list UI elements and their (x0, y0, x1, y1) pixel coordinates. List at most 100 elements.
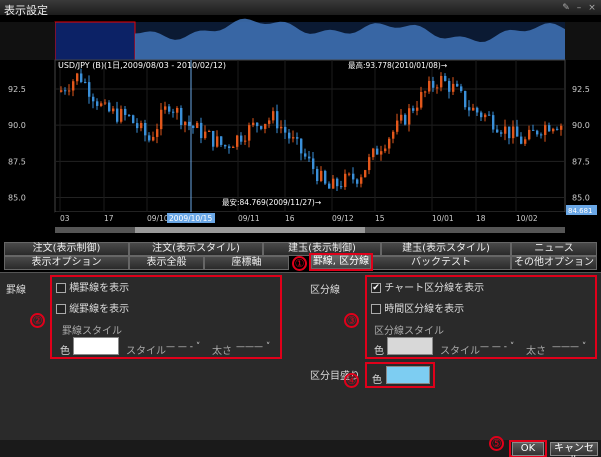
candle-body (404, 114, 407, 125)
candle-body (412, 108, 415, 111)
candle-body (188, 121, 191, 126)
gridline-width-select[interactable]: ——— ˅ (236, 342, 270, 352)
candle-body (284, 126, 287, 133)
candle-body (524, 139, 527, 144)
chart-divider-checkbox[interactable]: ✔ チャート区分線を表示 (371, 279, 484, 294)
horizontal-gridline-checkbox[interactable]: 横罫線を表示 (56, 279, 129, 294)
candle-body (96, 101, 99, 106)
candle-body (292, 137, 295, 139)
candle-body (328, 183, 331, 189)
candle-body (512, 126, 515, 139)
tab-display-options[interactable]: 表示オプション (4, 256, 129, 270)
time-divider-checkbox-box[interactable] (371, 304, 381, 314)
candle-body (372, 148, 375, 158)
candle-body (216, 136, 219, 147)
plot-frame (54, 59, 566, 213)
tab-order-display-style[interactable]: 注文(表示スタイル) (129, 242, 263, 256)
tab-axis[interactable]: 座標軸 (204, 256, 289, 270)
candle-body (316, 168, 319, 181)
time-divider-checkbox[interactable]: 時間区分線を表示 (371, 300, 464, 315)
candle-body (144, 123, 147, 136)
candle-body (392, 131, 395, 139)
candle-body (164, 106, 167, 110)
dialog-footer: ⑤ OK キャンセル (0, 436, 601, 457)
candle-body (68, 90, 71, 92)
cancel-button[interactable]: キャンセル (550, 442, 598, 457)
minimize-icon[interactable]: – (573, 3, 585, 13)
candle-body (520, 136, 523, 144)
candle-body (448, 80, 451, 92)
x-tick-label: 17 (104, 214, 114, 223)
tool-icon[interactable]: ✎ (560, 3, 572, 13)
ok-button[interactable]: OK (512, 442, 544, 456)
candle-body (112, 108, 115, 112)
candle-body (224, 144, 227, 147)
chart-preview: USD/JPY (B)(1日,2009/08/03 - 2010/02/12) … (0, 16, 601, 240)
candle-body (496, 129, 499, 133)
x-tick-label: 16 (285, 214, 295, 223)
candle-body (536, 130, 539, 135)
y-tick-right: 90.0 (572, 121, 590, 130)
candle-body (532, 129, 535, 131)
close-icon[interactable]: × (586, 3, 598, 13)
candle-body (252, 122, 255, 126)
tab-other-options[interactable]: その他オプション (511, 256, 597, 270)
candle-body (92, 96, 95, 102)
low-label: 最安:84.769(2009/11/27)→ (222, 197, 321, 207)
y-tick-right: 92.5 (572, 85, 590, 94)
gridline-style-select[interactable]: — — - ˅ (166, 342, 200, 352)
candlestick-chart: USD/JPY (B)(1日,2009/08/03 - 2010/02/12) … (0, 18, 601, 233)
y-tick-left: 90.0 (8, 121, 26, 130)
candle-body (400, 114, 403, 121)
divider-style-title: 区分線スタイル (374, 326, 444, 337)
vertical-gridline-checkbox-box[interactable] (56, 304, 66, 314)
candle-body (60, 90, 63, 92)
horizontal-gridline-checkbox-box[interactable] (56, 283, 66, 293)
candle-body (484, 114, 487, 118)
crosshair-date: 2009/10/15 (169, 214, 212, 223)
candle-body (444, 75, 447, 81)
settings-panel: 罫線 ② 横罫線を表示 縦罫線を表示 罫線スタイル 色 スタイル — — - ˅… (0, 272, 601, 440)
tab-order-display-control[interactable]: 注文(表示制御) (4, 242, 129, 256)
candle-body (76, 73, 79, 82)
candle-body (116, 108, 119, 122)
tab-position-display-style[interactable]: 建玉(表示スタイル) (381, 242, 511, 256)
navigator-right-panel (565, 22, 601, 60)
candle-body (340, 186, 343, 188)
candle-body (528, 129, 531, 140)
chart-divider-label: チャート区分線を表示 (384, 283, 485, 294)
candle-body (256, 122, 259, 127)
candle-body (220, 136, 223, 145)
tab-display-general[interactable]: 表示全般 (129, 256, 204, 270)
scale-color-label: 色 (372, 375, 382, 386)
horizontal-gridline-label: 横罫線を表示 (69, 283, 130, 294)
candle-body (428, 80, 431, 92)
tab-news[interactable]: ニュース (511, 242, 597, 256)
y-tick-right: 87.5 (572, 157, 590, 166)
candle-body (312, 158, 315, 169)
candle-body (248, 125, 251, 141)
navigator-selection (54, 21, 136, 61)
tab-backtest[interactable]: バックテスト (371, 256, 511, 270)
scale-color-swatch[interactable] (386, 366, 430, 384)
gridlines-section-label: 罫線 (6, 285, 26, 296)
divider-color-swatch[interactable] (387, 337, 433, 355)
marker-1: ① (292, 256, 307, 271)
x-tick-label: 15 (375, 214, 385, 223)
chart-header: USD/JPY (B)(1日,2009/08/03 - 2010/02/12) (58, 61, 226, 70)
candle-body (396, 120, 399, 132)
divider-width-label: 太さ (526, 346, 546, 357)
candle-body (120, 108, 123, 122)
candle-body (152, 136, 155, 141)
candle-body (184, 121, 187, 126)
candle-body (356, 179, 359, 184)
divider-style-select[interactable]: — — - ˅ (480, 342, 514, 352)
candle-body (352, 173, 355, 180)
gridline-color-swatch[interactable] (73, 337, 119, 355)
candle-body (440, 75, 443, 88)
candle-body (124, 108, 127, 115)
vertical-gridline-checkbox[interactable]: 縦罫線を表示 (56, 300, 129, 315)
chart-scrollbar-thumb[interactable] (135, 227, 365, 233)
divider-width-select[interactable]: ——— ˅ (552, 342, 586, 352)
chart-divider-checkbox-box[interactable]: ✔ (371, 283, 381, 293)
